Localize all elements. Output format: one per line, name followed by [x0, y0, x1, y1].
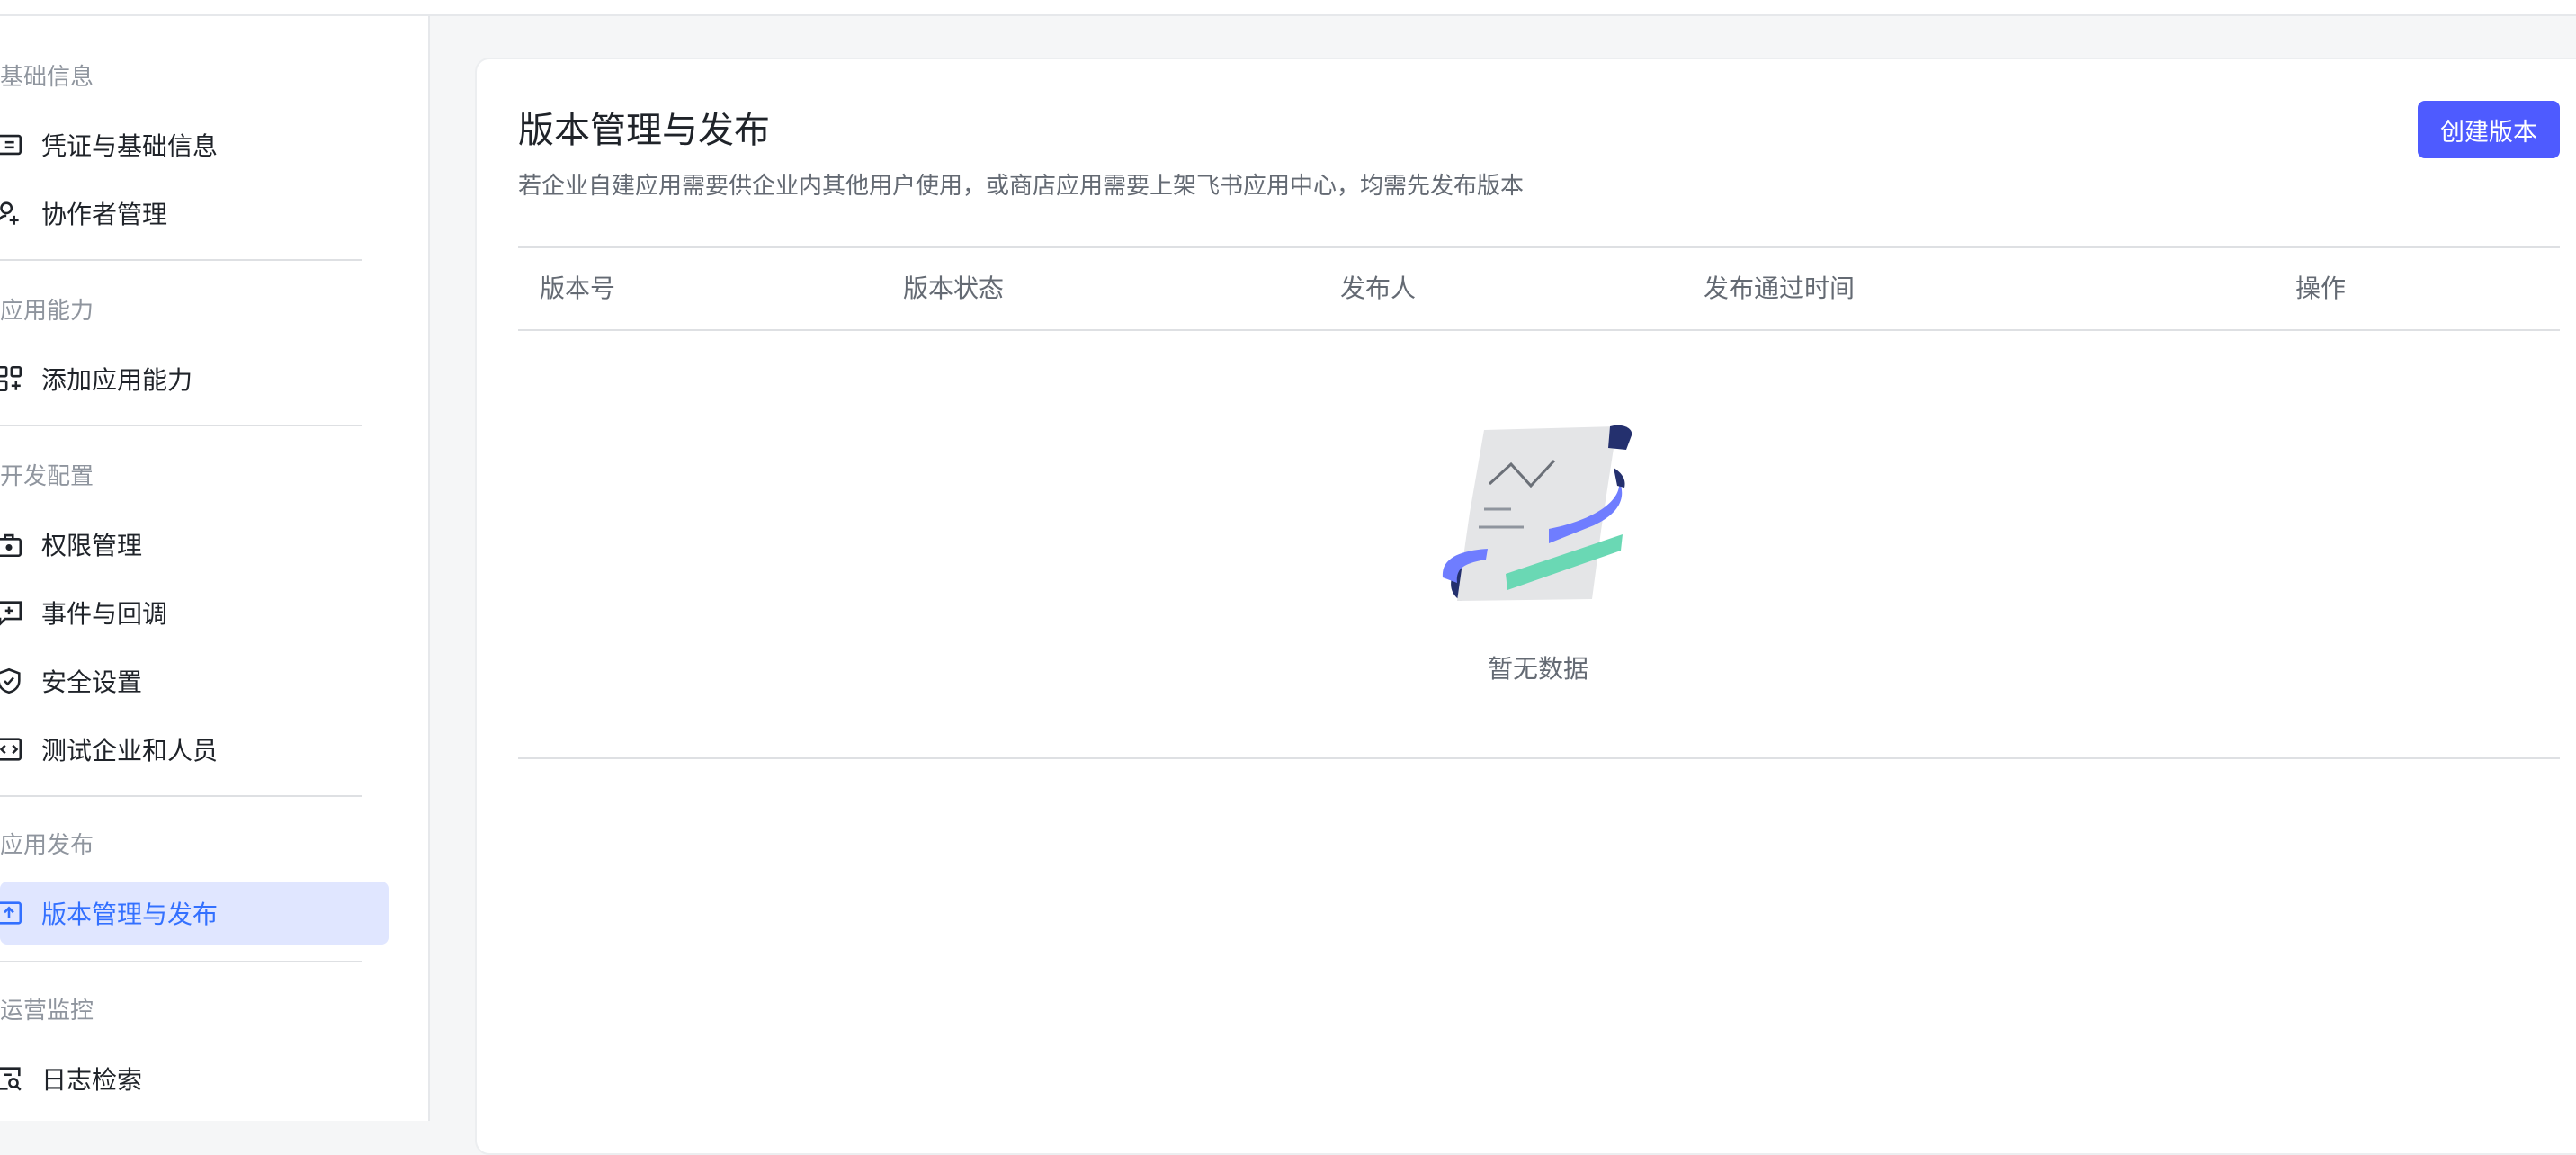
column-header-status: 版本状态: [903, 273, 1005, 303]
user-add-icon: [0, 197, 25, 229]
column-header-approved-time: 发布通过时间: [1704, 273, 1856, 303]
sidebar-item-security[interactable]: 安全设置: [0, 649, 389, 712]
lock-box-icon: [0, 528, 25, 560]
empty-state-text: 暂无数据: [1487, 654, 1588, 684]
column-header-publisher: 发布人: [1340, 273, 1417, 303]
sidebar-item-label: 添加应用能力: [41, 365, 193, 395]
log-search-icon: [0, 1062, 25, 1095]
column-header-version: 版本号: [540, 273, 616, 303]
sidebar-item-label: 测试企业和人员: [41, 736, 219, 766]
sidebar-divider: [0, 795, 362, 797]
sidebar-item-collaborators[interactable]: 协作者管理: [0, 182, 389, 245]
sidebar-divider: [0, 425, 362, 426]
sidebar-item-permissions[interactable]: 权限管理: [0, 513, 389, 576]
sidebar-item-label: 版本管理与发布: [41, 900, 219, 929]
empty-document-icon: [1434, 423, 1641, 603]
sidebar-divider: [0, 259, 362, 261]
code-box-icon: [0, 733, 25, 766]
sidebar-group-monitoring: 运营监控: [0, 998, 94, 1025]
sidebar-item-events-callbacks[interactable]: 事件与回调: [0, 581, 389, 644]
message-plus-icon: [0, 596, 25, 629]
sidebar: 基础信息 凭证与基础信息 协作者管理 应用能力 添加应用能力 开发配置 权限管理…: [0, 16, 430, 1121]
id-card-icon: [0, 129, 25, 161]
sidebar-item-credentials[interactable]: 凭证与基础信息: [0, 113, 389, 176]
page-title: 版本管理与发布: [518, 110, 770, 151]
column-header-actions: 操作: [2295, 273, 2347, 303]
sidebar-item-label: 事件与回调: [41, 599, 168, 629]
sidebar-item-test-org[interactable]: 测试企业和人员: [0, 718, 389, 781]
sidebar-divider: [0, 961, 362, 962]
sidebar-group-dev-config: 开发配置: [0, 463, 94, 490]
upload-box-icon: [0, 897, 25, 929]
apps-add-icon: [0, 363, 25, 395]
sidebar-item-label: 安全设置: [41, 667, 143, 697]
sidebar-item-label: 协作者管理: [41, 200, 168, 229]
sidebar-group-app-capabilities: 应用能力: [0, 298, 94, 325]
top-bar: [0, 0, 2576, 16]
sidebar-item-version-release[interactable]: 版本管理与发布: [0, 882, 389, 945]
sidebar-item-add-capability[interactable]: 添加应用能力: [0, 347, 389, 410]
table-bottom-border: [518, 757, 2560, 759]
page-description: 若企业自建应用需要供企业内其他用户使用，或商店应用需要上架飞书应用中心，均需先发…: [518, 173, 1525, 200]
sidebar-item-label: 日志检索: [41, 1065, 143, 1095]
shield-check-icon: [0, 665, 25, 697]
sidebar-item-label: 凭证与基础信息: [41, 131, 219, 161]
sidebar-group-app-release: 应用发布: [0, 832, 94, 859]
sidebar-item-label: 权限管理: [41, 531, 143, 560]
sidebar-group-basic-info: 基础信息: [0, 64, 94, 91]
sidebar-item-log-search[interactable]: 日志检索: [0, 1047, 389, 1110]
table-header: 版本号 版本状态 发布人 发布通过时间 操作: [518, 246, 2560, 331]
create-version-button[interactable]: 创建版本: [2418, 101, 2560, 158]
